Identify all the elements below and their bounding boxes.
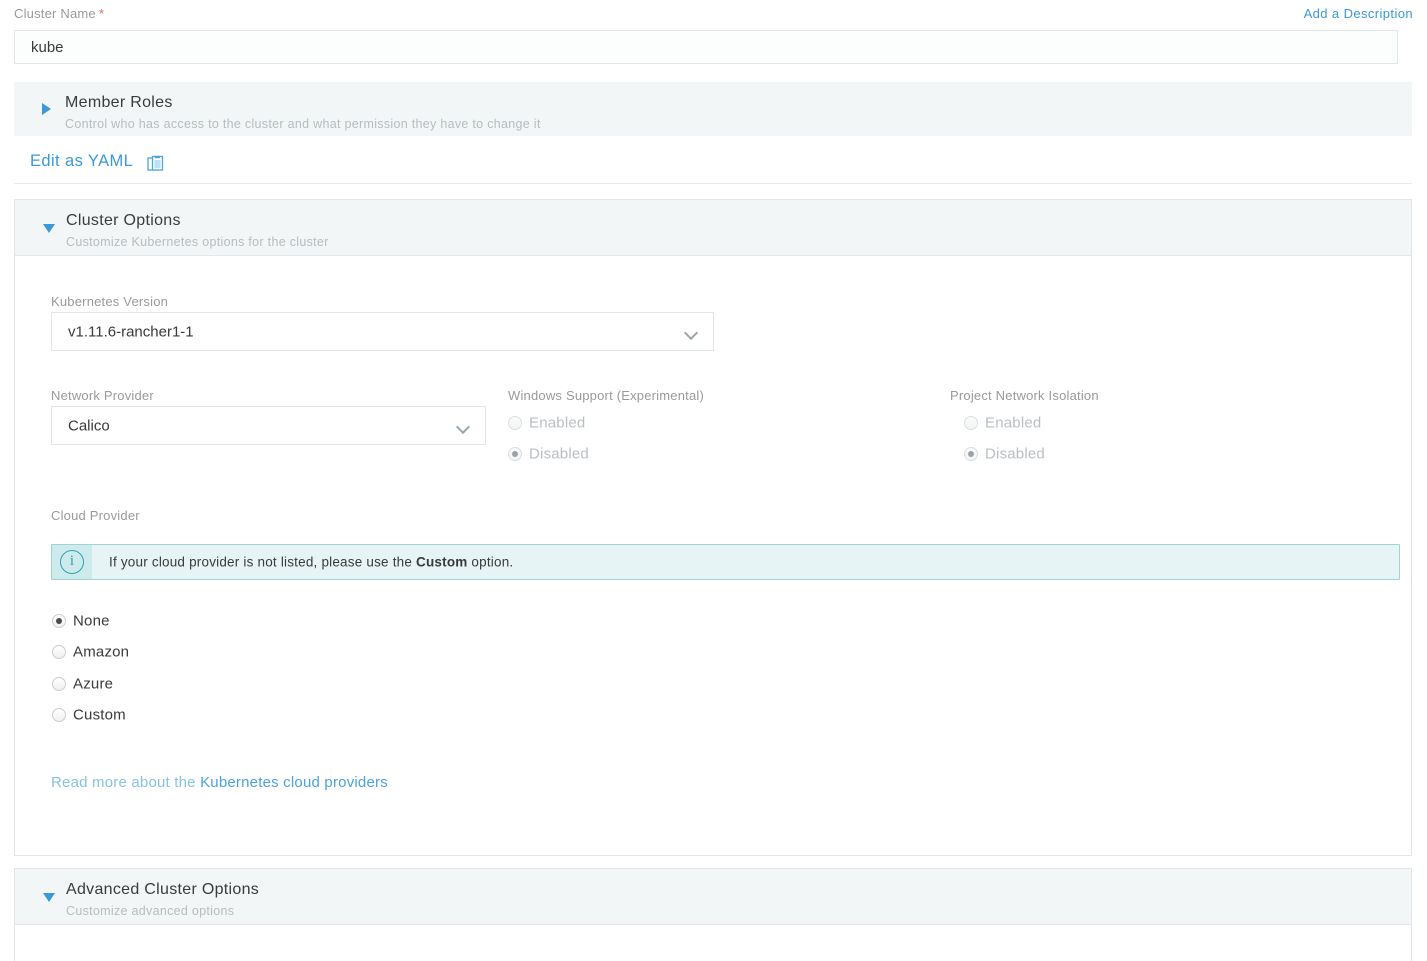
advanced-cluster-options-header[interactable]: Advanced Cluster Options Customize advan… (15, 869, 1411, 925)
radio-circle-icon[interactable] (52, 677, 66, 691)
clipboard-copy-icon[interactable] (147, 155, 165, 173)
cloud-provider-label: Cloud Provider (51, 508, 140, 523)
read-more-line: Read more about the Kubernetes cloud pro… (51, 774, 388, 791)
windows-support-option-enabled-label: Enabled (529, 414, 586, 432)
section-divider (14, 183, 1412, 184)
cluster-options-panel: Cluster Options Customize Kubernetes opt… (14, 199, 1412, 856)
advanced-cluster-options-panel: Advanced Cluster Options Customize advan… (14, 868, 1412, 961)
kubernetes-version-label: Kubernetes Version (51, 294, 169, 309)
project-network-isolation-option-enabled-label: Enabled (985, 414, 1042, 432)
member-roles-title: Member Roles (65, 94, 173, 111)
kubernetes-version-select[interactable]: v1.11.6-rancher1-1 (51, 312, 714, 351)
chevron-down-icon[interactable] (686, 328, 697, 339)
cluster-name-input[interactable] (14, 30, 1398, 64)
cluster-name-label: Cluster Name * (14, 6, 104, 21)
banner-text-bold: Custom (416, 554, 468, 570)
info-circle-icon: i (52, 545, 92, 579)
member-roles-header[interactable]: Member Roles Control who has access to t… (14, 82, 1412, 136)
read-more-prefix: Read more about the (51, 774, 201, 791)
windows-support-label: Windows Support (Experimental) (508, 388, 705, 403)
banner-text-before: If your cloud provider is not listed, pl… (109, 554, 417, 570)
cluster-name-label-text: Cluster Name (14, 6, 96, 21)
network-provider-value: Calico (68, 417, 110, 434)
project-network-isolation-option-disabled-label: Disabled (985, 445, 1045, 463)
cloud-provider-option-amazon-label: Amazon (73, 643, 130, 661)
radio-circle-icon[interactable] (508, 416, 522, 430)
member-roles-subtitle: Control who has access to the cluster an… (65, 117, 541, 131)
triangle-down-icon[interactable] (43, 892, 55, 902)
project-network-isolation-label: Project Network Isolation (950, 388, 1099, 403)
cluster-options-title: Cluster Options (66, 212, 181, 229)
kubernetes-cloud-providers-link[interactable]: Kubernetes cloud providers (200, 774, 388, 791)
member-roles-panel: Member Roles Control who has access to t… (14, 82, 1412, 136)
chevron-down-icon[interactable] (458, 422, 469, 433)
banner-text-after: option. (467, 554, 514, 570)
advanced-cluster-options-body (15, 925, 1411, 961)
cloud-provider-option-custom-label: Custom (73, 706, 126, 724)
cluster-options-body: Kubernetes Version v1.11.6-rancher1-1 Ne… (15, 256, 1411, 855)
network-provider-label: Network Provider (51, 388, 154, 403)
triangle-down-icon[interactable] (43, 223, 55, 233)
cloud-provider-option-azure-label: Azure (73, 675, 114, 693)
advanced-cluster-options-subtitle: Customize advanced options (66, 904, 235, 918)
cluster-options-subtitle: Customize Kubernetes options for the clu… (66, 235, 329, 249)
edit-as-yaml-link[interactable]: Edit as YAML (30, 152, 133, 171)
cloud-provider-info-banner: i If your cloud provider is not listed, … (51, 544, 1400, 580)
radio-circle-icon[interactable] (52, 645, 66, 659)
cloud-provider-option-none-label: None (73, 612, 110, 630)
radio-circle-icon[interactable] (508, 447, 522, 461)
radio-circle-icon[interactable] (52, 708, 66, 722)
radio-circle-icon[interactable] (964, 416, 978, 430)
cloud-provider-info-banner-text: If your cloud provider is not listed, pl… (109, 555, 513, 570)
edit-as-yaml-row: Edit as YAML (14, 152, 1412, 183)
cluster-options-header[interactable]: Cluster Options Customize Kubernetes opt… (15, 200, 1411, 256)
network-provider-select[interactable]: Calico (51, 406, 486, 445)
radio-circle-icon[interactable] (964, 447, 978, 461)
radio-circle-icon[interactable] (52, 614, 66, 628)
advanced-cluster-options-title: Advanced Cluster Options (66, 881, 260, 898)
kubernetes-version-value: v1.11.6-rancher1-1 (68, 323, 194, 340)
required-asterisk: * (98, 6, 105, 21)
windows-support-option-disabled-label: Disabled (529, 445, 589, 463)
add-a-description-link[interactable]: Add a Description (1304, 6, 1413, 21)
triangle-right-icon[interactable] (42, 103, 51, 115)
